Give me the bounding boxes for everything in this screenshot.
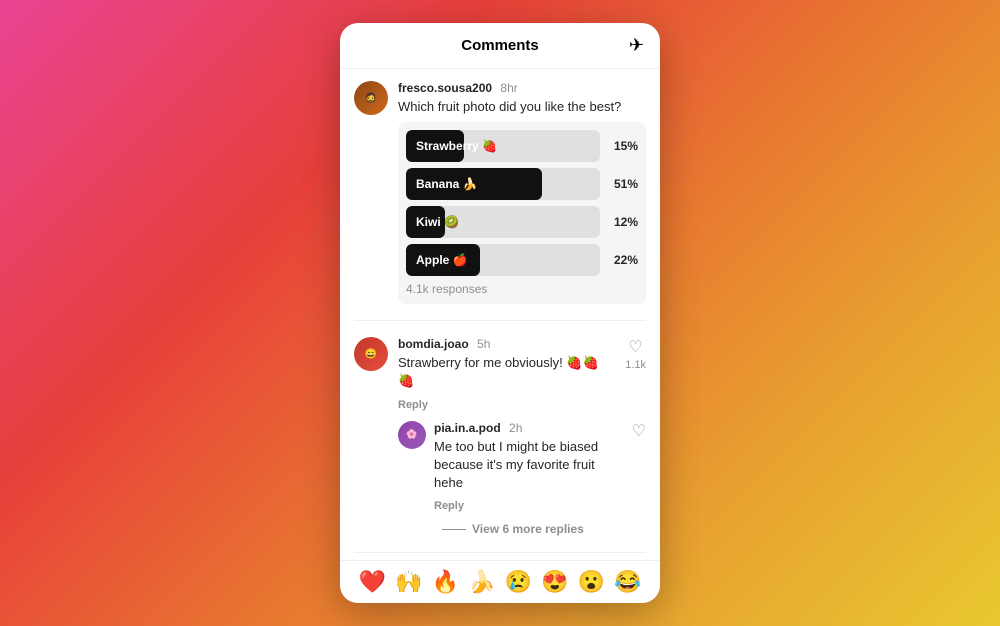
question-text: Which fruit photo did you like the best? [398,98,646,116]
emoji-bar: ❤️ 🙌 🔥 🍌 😢 😍 😮 😂 [340,560,660,603]
comments-header: Comments ✈ [340,23,660,69]
emoji-sad[interactable]: 😢 [505,569,532,595]
comment-meta-fresco: fresco.sousa200 8hr [398,81,646,95]
reply-link-bomdia[interactable]: Reply [398,399,428,411]
heart-icon-pia[interactable]: ♡ [632,421,646,441]
phone-frame: Comments ✈ 🧔 fresco.sousa200 8hr Which f… [340,23,660,603]
comments-list: 🧔 fresco.sousa200 8hr Which fruit photo … [340,69,660,560]
view-more-replies[interactable]: View 6 more replies [442,522,646,536]
comment-content-pia: pia.in.a.pod 2h Me too but I might be bi… [434,421,616,515]
like-section-pia: ♡ [632,421,646,515]
poll-percent-kiwi: 12% [608,215,638,229]
view-more-text[interactable]: View 6 more replies [472,522,584,536]
comment-content-bomdia: bomdia.joao 5h Strawberry for me obvious… [398,337,607,412]
time-fresco: 8hr [500,81,517,95]
comment-text-bomdia: Strawberry for me obviously! 🍓🍓🍓 [398,354,607,390]
emoji-wow[interactable]: 😮 [578,569,605,595]
poll-option-strawberry[interactable]: Strawberry 🍓 15% [406,130,638,162]
comment-meta-pia: pia.in.a.pod 2h [434,421,616,435]
poll-bar-kiwi-bg: Kiwi 🥝 [406,206,600,238]
header-title: Comments [461,37,539,54]
avatar-bomdia[interactable]: 😄 [354,337,388,371]
username-fresco[interactable]: fresco.sousa200 [398,81,492,95]
emoji-raised-hands[interactable]: 🙌 [395,569,422,595]
poll-label-strawberry: Strawberry 🍓 [416,139,497,153]
poll-bar-apple-bg: Apple 🍎 [406,244,600,276]
poll-percent-apple: 22% [608,253,638,267]
poll-percent-banana: 51% [608,177,638,191]
comment-bomdia: 😄 bomdia.joao 5h Strawberry for me obvio… [340,325,660,548]
divider-2 [354,552,646,553]
reply-pia: 🌸 pia.in.a.pod 2h Me too but I might be … [398,421,646,537]
poll-option-banana[interactable]: Banana 🍌 51% [406,168,638,200]
poll-label-kiwi: Kiwi 🥝 [416,215,459,229]
like-section-bomdia: ♡ 1.1k [625,337,646,412]
emoji-banana[interactable]: 🍌 [468,569,495,595]
emoji-laugh[interactable]: 😂 [614,569,641,595]
comment-meta-bomdia: bomdia.joao 5h [398,337,607,351]
poll-container: Strawberry 🍓 15% Banana 🍌 51% [398,122,646,304]
poll-responses: 4.1k responses [406,282,638,296]
poll-percent-strawberry: 15% [608,139,638,153]
avatar-fresco[interactable]: 🧔 [354,81,388,115]
avatar-pia[interactable]: 🌸 [398,421,426,449]
send-icon[interactable]: ✈ [629,35,644,56]
view-more-line [442,529,466,530]
comment-fresco: 🧔 fresco.sousa200 8hr Which fruit photo … [340,69,660,316]
poll-bar-strawberry-bg: Strawberry 🍓 [406,130,600,162]
emoji-heart[interactable]: ❤️ [359,569,386,595]
time-bomdia: 5h [477,337,490,351]
like-count-bomdia: 1.1k [625,359,646,371]
username-bomdia[interactable]: bomdia.joao [398,337,469,351]
poll-option-apple[interactable]: Apple 🍎 22% [406,244,638,276]
poll-label-apple: Apple 🍎 [416,253,468,267]
emoji-fire[interactable]: 🔥 [432,569,459,595]
comment-content-fresco: fresco.sousa200 8hr Which fruit photo di… [398,81,646,304]
time-pia: 2h [509,421,522,435]
heart-icon-bomdia[interactable]: ♡ [628,337,642,357]
comment-text-pia: Me too but I might be biased because it'… [434,438,616,493]
poll-option-kiwi[interactable]: Kiwi 🥝 12% [406,206,638,238]
username-pia[interactable]: pia.in.a.pod [434,421,501,435]
divider-1 [354,320,646,321]
poll-label-banana: Banana 🍌 [416,177,478,191]
poll-bar-banana-bg: Banana 🍌 [406,168,600,200]
reply-link-pia[interactable]: Reply [434,500,464,512]
emoji-heart-eyes[interactable]: 😍 [541,569,568,595]
